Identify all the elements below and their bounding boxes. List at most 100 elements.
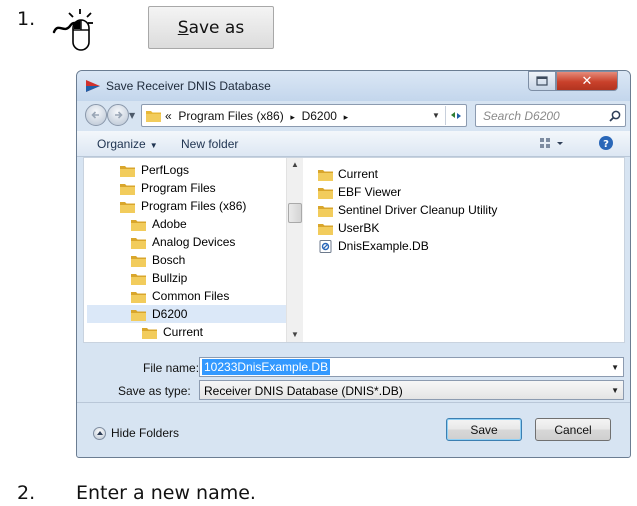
- file-item-label: Current: [338, 167, 379, 181]
- file-item-userbk[interactable]: UserBK: [318, 219, 379, 237]
- save-button-label: Save: [470, 422, 498, 437]
- footer-divider: [77, 402, 630, 403]
- file-item-current[interactable]: Current: [318, 165, 378, 183]
- folder-icon: [131, 272, 146, 285]
- address-bar[interactable]: « Program Files (x86) ▸ D6200 ▸ ▼: [141, 104, 467, 127]
- tree-item-label: Program Files: [141, 181, 216, 195]
- folder-icon: [131, 290, 146, 303]
- tree-item-label: D6200: [152, 307, 188, 321]
- step-2-text: Enter a new name.: [76, 482, 256, 504]
- new-folder-button[interactable]: New folder: [181, 137, 238, 151]
- search-input[interactable]: Search D6200: [475, 104, 626, 127]
- save-as-label: ave as: [188, 17, 245, 38]
- save-dialog: Save Receiver DNIS Database ✕ ▼ « Progra…: [76, 70, 631, 458]
- folder-icon: [318, 186, 333, 199]
- database-file-icon: [318, 239, 333, 253]
- dialog-toolbar: Organize ▼ New folder ?: [77, 131, 630, 157]
- forward-arrow-icon: [115, 111, 123, 119]
- new-folder-label: New folder: [181, 137, 239, 151]
- search-placeholder: Search D6200: [483, 109, 560, 123]
- folder-icon: [318, 168, 333, 181]
- file-item-ebf-viewer[interactable]: EBF Viewer: [318, 183, 401, 201]
- scroll-thumb[interactable]: [288, 203, 302, 223]
- tree-item-current[interactable]: Current: [142, 323, 203, 341]
- breadcrumb-separator[interactable]: ▸: [290, 112, 295, 122]
- address-dropdown-icon[interactable]: ▼: [432, 111, 440, 120]
- search-icon[interactable]: [609, 110, 621, 122]
- tree-item-label: Bullzip: [152, 271, 188, 285]
- file-name-value: 10233DnisExample.DB: [202, 359, 331, 375]
- svg-text:?: ?: [603, 139, 609, 150]
- save-as-type-select[interactable]: Receiver DNIS Database (DNIS*.DB) ▼: [199, 380, 624, 400]
- save-as-type-label: Save as type:: [118, 384, 191, 398]
- tree-item-label: Current: [163, 325, 204, 339]
- breadcrumb-separator[interactable]: ▸: [344, 112, 349, 122]
- navigation-pane: PerfLogs Program Files Program Files (x8…: [84, 158, 303, 342]
- file-item-label: DnisExample.DB: [338, 239, 429, 253]
- scroll-down-icon[interactable]: ▼: [291, 330, 299, 339]
- save-button[interactable]: Save: [446, 418, 522, 441]
- file-item-dnisexample[interactable]: DnisExample.DB: [318, 237, 429, 255]
- tree-item-program-files[interactable]: Program Files: [120, 179, 216, 197]
- breadcrumb-d6200[interactable]: D6200: [302, 109, 337, 123]
- tree-item-common-files[interactable]: Common Files: [131, 287, 229, 305]
- save-as-underlined-letter: S: [177, 17, 189, 38]
- tree-item-analog-devices[interactable]: Analog Devices: [131, 233, 235, 251]
- save-as-type-value: Receiver DNIS Database (DNIS*.DB): [204, 384, 403, 398]
- tree-item-bosch[interactable]: Bosch: [131, 251, 185, 269]
- recent-locations-dropdown[interactable]: ▼: [129, 111, 135, 120]
- folder-icon: [120, 182, 135, 195]
- hide-folders-toggle[interactable]: Hide Folders: [93, 426, 179, 440]
- back-arrow-icon: [91, 111, 99, 119]
- file-item-label: EBF Viewer: [338, 185, 402, 199]
- back-button[interactable]: [85, 104, 107, 126]
- file-name-label: File name:: [143, 361, 200, 375]
- organize-label: Organize: [97, 137, 146, 151]
- collapse-icon: [93, 426, 106, 440]
- tree-item-bullzip[interactable]: Bullzip: [131, 269, 187, 287]
- refresh-icon: [451, 112, 461, 119]
- file-list: Current EBF Viewer Sentinel Driver Clean…: [318, 158, 618, 342]
- mouse-click-icon: [52, 8, 132, 54]
- forward-button[interactable]: [107, 104, 129, 126]
- tree-item-perflogs[interactable]: PerfLogs: [120, 161, 189, 179]
- save-as-button[interactable]: Save as: [148, 6, 274, 49]
- tree-item-label: Program Files (x86): [141, 199, 247, 213]
- folder-icon: [131, 236, 146, 249]
- folder-icon: [131, 218, 146, 231]
- scroll-up-icon[interactable]: ▲: [291, 160, 299, 169]
- help-button[interactable]: ?: [598, 135, 614, 154]
- chevron-down-icon: ▼: [611, 386, 619, 395]
- dialog-title: Save Receiver DNIS Database: [106, 79, 271, 93]
- refresh-button[interactable]: [445, 106, 465, 125]
- tree-item-label: Common Files: [152, 289, 230, 303]
- chevron-down-icon[interactable]: ▼: [611, 363, 619, 372]
- tree-item-label: Adobe: [152, 217, 187, 231]
- file-name-field[interactable]: 10233DnisExample.DB ▼: [199, 357, 624, 377]
- tree-item-d6200[interactable]: D6200: [87, 305, 286, 323]
- browser-panes: PerfLogs Program Files Program Files (x8…: [83, 157, 625, 343]
- dialog-titlebar: Save Receiver DNIS Database ✕: [77, 71, 630, 101]
- hide-folders-label: Hide Folders: [111, 426, 180, 440]
- address-row: ▼ « Program Files (x86) ▸ D6200 ▸ ▼ Sear…: [77, 101, 630, 131]
- help-icon: ?: [599, 136, 613, 150]
- tree-item-adobe[interactable]: Adobe: [131, 215, 187, 233]
- close-icon: ✕: [581, 73, 593, 89]
- maximize-button[interactable]: [528, 71, 556, 91]
- folder-icon: [318, 204, 333, 217]
- file-item-sentinel[interactable]: Sentinel Driver Cleanup Utility: [318, 201, 497, 219]
- folder-icon: [146, 109, 161, 122]
- organize-menu[interactable]: Organize ▼: [97, 137, 158, 151]
- tree-item-label: Bosch: [152, 253, 186, 267]
- step-1-number: 1.: [17, 8, 36, 30]
- cancel-button[interactable]: Cancel: [535, 418, 611, 441]
- tree-item-program-files-x86[interactable]: Program Files (x86): [120, 197, 246, 215]
- view-options-button[interactable]: [539, 136, 565, 153]
- close-button[interactable]: ✕: [556, 71, 618, 91]
- address-overflow[interactable]: «: [165, 109, 172, 123]
- breadcrumb-program-files-x86[interactable]: Program Files (x86): [178, 109, 283, 123]
- folder-icon: [131, 254, 146, 267]
- file-item-label: Sentinel Driver Cleanup Utility: [338, 203, 498, 217]
- app-icon: [85, 78, 101, 94]
- navigation-scrollbar[interactable]: ▲ ▼: [286, 158, 303, 342]
